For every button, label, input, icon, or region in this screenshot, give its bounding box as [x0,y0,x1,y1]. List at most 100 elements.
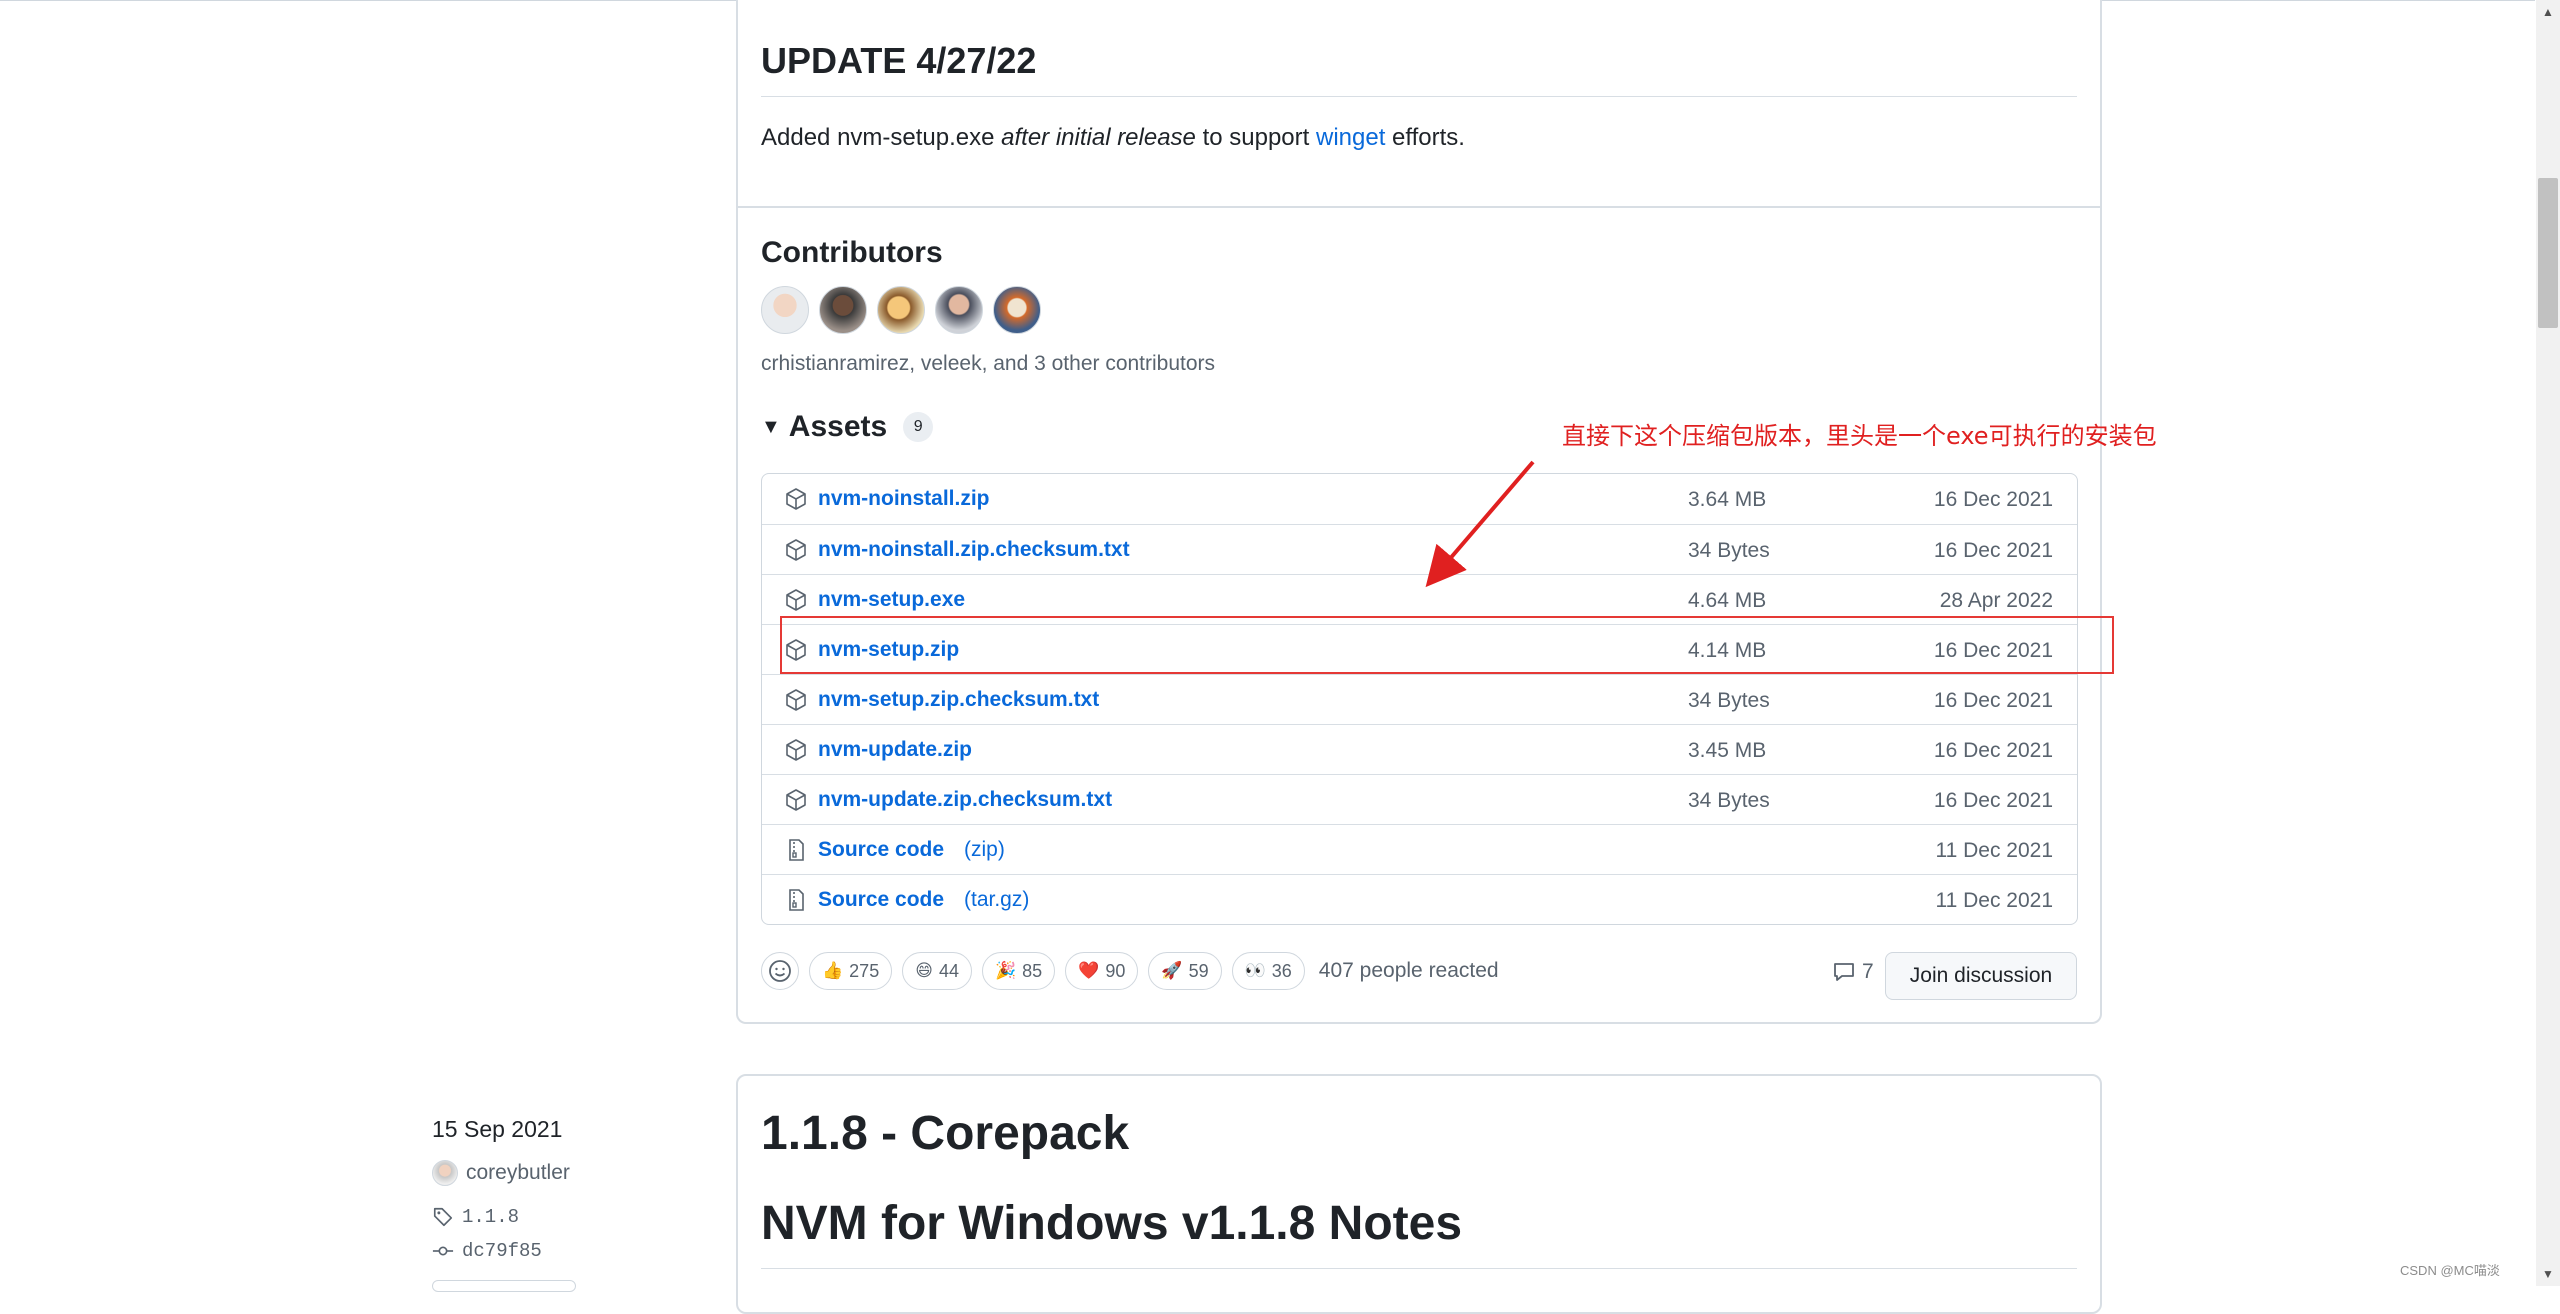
reaction-button[interactable]: 👀 36 [1231,952,1305,990]
asset-size: 3.64 MB [1688,488,1767,511]
asset-size: 4.64 MB [1688,589,1767,612]
reaction-emoji-icon: 🎉 [994,961,1017,980]
contributors-avatars [761,286,1041,334]
asset-date: 16 Dec 2021 [1933,488,2053,511]
reaction-count: 59 [1188,960,1209,981]
asset-link[interactable]: nvm-setup.exe [818,588,965,612]
update-italic-text: after initial release [1001,124,1196,151]
asset-size: 34 Bytes [1688,789,1770,812]
asset-date: 16 Dec 2021 [1933,689,2053,712]
avatar[interactable] [935,286,983,334]
update-text-end: efforts. [1385,124,1465,151]
asset-size: 34 Bytes [1688,539,1770,562]
avatar[interactable] [761,286,809,334]
package-icon [786,789,806,811]
section-divider [738,206,2100,208]
asset-row: nvm-noinstall.zip.checksum.txt 34 Bytes 16… [762,524,2077,574]
asset-date: 11 Dec 2021 [1935,889,2053,912]
update-heading: UPDATE 4/27/22 [761,40,1037,81]
assets-toggle[interactable]: ▼ Assets 9 [761,410,934,444]
file-zip-icon [789,889,804,911]
package-icon [786,488,806,510]
reaction-button[interactable]: 👍 275 [809,952,893,990]
asset-size: 34 Bytes [1688,689,1770,712]
release-title[interactable]: 1.1.8 - Corepack [761,1106,1129,1161]
comment-icon [1834,963,1854,981]
avatar[interactable] [877,286,925,334]
asset-link[interactable]: Source code [818,888,944,912]
asset-row: Source code 11 Dec 2021 (tar.gz) [762,874,2077,924]
assets-heading: Assets [788,410,888,443]
reactions-summary: 407 people reacted [1318,959,1499,982]
release-author[interactable]: coreybutler [432,1160,570,1186]
comments-count-value: 7 [1862,960,1874,983]
asset-row: nvm-update.zip.checksum.txt 34 Bytes 16 De… [762,774,2077,824]
comments-count[interactable]: 7 [1832,960,1874,984]
reaction-emoji-icon: 🚀 [1161,961,1183,980]
add-reaction-button[interactable] [761,952,799,990]
annotation-text: 直接下这个压缩包版本，里头是一个exe可执行的安装包 [1562,422,2157,450]
asset-date: 16 Dec 2021 [1933,789,2053,812]
asset-date: 16 Dec 2021 [1933,539,2053,562]
reaction-button[interactable]: ❤️ 90 [1065,952,1139,990]
reaction-button[interactable]: 🎉 85 [981,952,1056,990]
avatar[interactable] [819,286,867,334]
compare-button-stub[interactable] [432,1280,576,1292]
update-text: Added nvm-setup.exe [761,124,1002,151]
release-tag[interactable]: 1.1.8 [432,1206,519,1228]
asset-row: nvm-noinstall.zip 3.64 MB 16 Dec 2021 [762,474,2077,524]
assets-count-badge: 9 [903,412,934,442]
reaction-button[interactable]: 😄 44 [902,952,972,990]
asset-link[interactable]: nvm-noinstall.zip.checksum.txt [818,538,1130,562]
watermark: CSDN @MC喵淡 [2400,1263,2500,1278]
heading-divider [761,96,2077,97]
assets-list: nvm-noinstall.zip 3.64 MB 16 Dec 2021 nvm-n… [761,473,2078,925]
asset-link[interactable]: nvm-update.zip.checksum.txt [818,788,1112,812]
package-icon [786,589,806,611]
scrollbar-thumb[interactable] [2538,178,2558,328]
asset-row: nvm-update.zip 3.45 MB 16 Dec 2021 [762,724,2077,774]
asset-date: 28 Apr 2022 [1939,589,2053,612]
reaction-emoji-icon: 👍 [822,961,844,980]
release-date: 15 Sep 2021 [432,1116,563,1142]
triangle-down-icon: ▼ [761,415,781,438]
commit-icon [432,1246,454,1256]
author-name: coreybutler [466,1161,570,1184]
winget-link[interactable]: winget [1316,124,1385,151]
asset-suffix[interactable]: (tar.gz) [964,888,1029,912]
avatar [432,1160,458,1186]
contributors-heading: Contributors [761,236,943,269]
asset-link[interactable]: nvm-noinstall.zip [818,487,990,511]
reaction-emoji-icon: 👀 [1244,961,1266,980]
commit-hash: dc79f85 [462,1240,542,1262]
scroll-down-arrow-icon[interactable]: ▼ [2536,1262,2560,1286]
asset-link[interactable]: nvm-setup.zip.checksum.txt [818,688,1099,712]
release-commit[interactable]: dc79f85 [432,1240,542,1262]
join-discussion-button[interactable]: Join discussion [1885,952,2077,1000]
reaction-button[interactable]: 🚀 59 [1148,952,1222,990]
reaction-emoji-icon: 😄 [915,961,933,980]
reactions-bar: 👍 275 😄 44 🎉 85 ❤️ 90 🚀 59 👀 36 407 people reacted [761,952,1499,990]
asset-row: Source code 11 Dec 2021 (zip) [762,824,2077,874]
reaction-emoji-icon: ❤️ [1078,961,1100,980]
release-notes-heading: NVM for Windows v1.1.8 Notes [761,1197,1463,1250]
asset-suffix[interactable]: (zip) [964,838,1005,862]
scroll-up-arrow-icon[interactable]: ▲ [2536,0,2560,24]
reaction-count: 85 [1022,960,1043,981]
asset-date: 16 Dec 2021 [1933,739,2053,762]
avatar[interactable] [993,286,1041,334]
reaction-count: 44 [938,960,959,981]
asset-date: 11 Dec 2021 [1935,839,2053,862]
update-paragraph: Added nvm-setup.exe after initial releas… [761,124,1465,152]
reaction-count: 90 [1105,960,1126,981]
asset-link[interactable]: nvm-update.zip [818,738,972,762]
smiley-icon [769,960,791,982]
contributors-summary: crhistianramirez, veleek, and 3 other co… [761,352,1216,375]
file-zip-icon [789,839,804,861]
asset-link[interactable]: Source code [818,838,944,862]
package-icon [786,539,806,561]
reaction-count: 275 [849,960,880,981]
reaction-count: 36 [1271,960,1292,981]
asset-row: nvm-setup.zip.checksum.txt 34 Bytes 16 Dec… [762,674,2077,724]
annotation-highlight-box [780,616,2114,674]
